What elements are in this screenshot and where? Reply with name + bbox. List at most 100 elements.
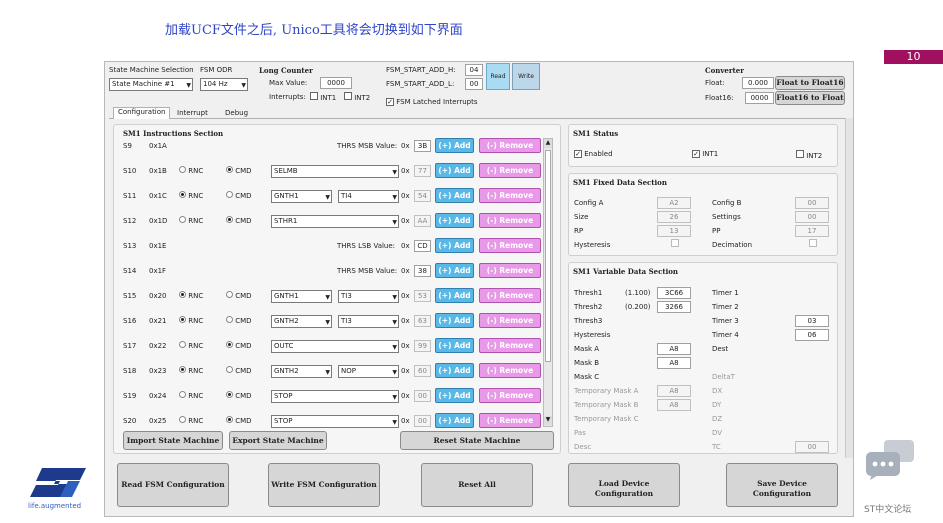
fsm-odr-dropdown[interactable]: 104 Hz ▼ bbox=[200, 78, 248, 91]
add-instruction-button[interactable]: (+) Add bbox=[435, 413, 474, 428]
row-step: S11 bbox=[123, 192, 137, 200]
fixed-data-title: SM1 Fixed Data Section bbox=[573, 178, 667, 187]
command-dropdown[interactable]: STHR1 ▼ bbox=[271, 215, 399, 228]
start-add-h-label: FSM_START_ADD_H: bbox=[386, 66, 456, 74]
add-instruction-button[interactable]: (+) Add bbox=[435, 288, 474, 303]
sm-selection-dropdown[interactable]: State Machine #1 ▼ bbox=[109, 78, 193, 91]
add-instruction-button[interactable]: (+) Add bbox=[435, 263, 474, 278]
remove-instruction-button[interactable]: (-) Remove bbox=[479, 238, 541, 253]
mask-b-input[interactable]: A8 bbox=[657, 357, 691, 369]
add-instruction-button[interactable]: (+) Add bbox=[435, 138, 474, 153]
add-instruction-button[interactable]: (+) Add bbox=[435, 338, 474, 353]
remove-instruction-button[interactable]: (-) Remove bbox=[479, 138, 541, 153]
condition1-dropdown[interactable]: GNTH2 ▼ bbox=[271, 315, 332, 328]
reset-all-button[interactable]: Reset All bbox=[421, 463, 533, 507]
rnc-radio[interactable]: RNC bbox=[179, 416, 203, 425]
save-device-config-button[interactable]: Save Device Configuration bbox=[726, 463, 838, 507]
start-add-l-input[interactable]: 00 bbox=[465, 78, 483, 90]
condition2-dropdown[interactable]: TI4 ▼ bbox=[338, 190, 399, 203]
remove-instruction-button[interactable]: (-) Remove bbox=[479, 213, 541, 228]
command-dropdown[interactable]: STOP ▼ bbox=[271, 415, 399, 428]
command-dropdown[interactable]: SELMB ▼ bbox=[271, 165, 399, 178]
timer3-input[interactable]: 03 bbox=[795, 315, 829, 327]
add-instruction-button[interactable]: (+) Add bbox=[435, 388, 474, 403]
float-to-float16-button[interactable]: Float to Float16 bbox=[775, 76, 845, 90]
read-button[interactable]: Read bbox=[486, 63, 510, 90]
load-device-config-button[interactable]: Load Device Configuration bbox=[568, 463, 680, 507]
rnc-radio[interactable]: RNC bbox=[179, 291, 203, 300]
cmd-radio[interactable]: CMD bbox=[226, 341, 252, 350]
remove-instruction-button[interactable]: (-) Remove bbox=[479, 263, 541, 278]
float16-to-float-button[interactable]: Float16 to Float bbox=[775, 91, 845, 105]
rnc-radio[interactable]: RNC bbox=[179, 391, 203, 400]
remove-instruction-button[interactable]: (-) Remove bbox=[479, 413, 541, 428]
rnc-radio[interactable]: RNC bbox=[179, 166, 203, 175]
int2-checkbox[interactable]: INT2 bbox=[344, 92, 370, 102]
add-instruction-button[interactable]: (+) Add bbox=[435, 188, 474, 203]
timer4-input[interactable]: 06 bbox=[795, 329, 829, 341]
remove-instruction-button[interactable]: (-) Remove bbox=[479, 163, 541, 178]
rnc-radio[interactable]: RNC bbox=[179, 366, 203, 375]
read-fsm-config-button[interactable]: Read FSM Configuration bbox=[117, 463, 229, 507]
status-int1-checkbox[interactable]: ✓ INT1 bbox=[692, 150, 718, 158]
tab-debug[interactable]: Debug bbox=[225, 109, 248, 117]
export-state-machine-button[interactable]: Export State Machine bbox=[229, 431, 327, 450]
condition2-dropdown[interactable]: NOP ▼ bbox=[338, 365, 399, 378]
rnc-radio[interactable]: RNC bbox=[179, 341, 203, 350]
remove-instruction-button[interactable]: (-) Remove bbox=[479, 388, 541, 403]
add-instruction-button[interactable]: (+) Add bbox=[435, 213, 474, 228]
opcode-value[interactable]: 38 bbox=[414, 265, 431, 277]
condition1-dropdown[interactable]: GNTH1 ▼ bbox=[271, 190, 332, 203]
condition1-dropdown[interactable]: GNTH2 ▼ bbox=[271, 365, 332, 378]
condition1-dropdown[interactable]: GNTH1 ▼ bbox=[271, 290, 332, 303]
scroll-up-icon[interactable]: ▲ bbox=[544, 139, 552, 148]
float-input[interactable]: 0.000 bbox=[742, 77, 774, 89]
condition2-dropdown[interactable]: TI3 ▼ bbox=[338, 290, 399, 303]
add-instruction-button[interactable]: (+) Add bbox=[435, 313, 474, 328]
write-fsm-config-button[interactable]: Write FSM Configuration bbox=[268, 463, 380, 507]
cmd-radio[interactable]: CMD bbox=[226, 166, 252, 175]
max-value-input[interactable]: 0000 bbox=[320, 77, 352, 89]
window-scrollbar[interactable] bbox=[845, 118, 853, 458]
remove-instruction-button[interactable]: (-) Remove bbox=[479, 313, 541, 328]
float16-input[interactable]: 0000 bbox=[745, 92, 774, 104]
latched-interrupts-checkbox[interactable]: ✓ FSM Latched Interrupts bbox=[386, 98, 478, 106]
condition2-dropdown[interactable]: TI3 ▼ bbox=[338, 315, 399, 328]
scroll-thumb[interactable] bbox=[545, 150, 551, 362]
cmd-radio[interactable]: CMD bbox=[226, 366, 252, 375]
rnc-radio[interactable]: RNC bbox=[179, 216, 203, 225]
cmd-radio[interactable]: CMD bbox=[226, 391, 252, 400]
opcode-value[interactable]: CD bbox=[414, 240, 431, 252]
thresh1-input[interactable]: 3C66 bbox=[657, 287, 691, 299]
add-instruction-button[interactable]: (+) Add bbox=[435, 238, 474, 253]
cmd-radio[interactable]: CMD bbox=[226, 316, 252, 325]
tab-interrupt[interactable]: Interrupt bbox=[177, 109, 208, 117]
status-int2-checkbox[interactable]: INT2 bbox=[796, 150, 822, 160]
cmd-radio[interactable]: CMD bbox=[226, 291, 252, 300]
remove-instruction-button[interactable]: (-) Remove bbox=[479, 188, 541, 203]
add-instruction-button[interactable]: (+) Add bbox=[435, 363, 474, 378]
command-dropdown[interactable]: STOP ▼ bbox=[271, 390, 399, 403]
command-dropdown[interactable]: OUTC ▼ bbox=[271, 340, 399, 353]
mask-a-input[interactable]: A8 bbox=[657, 343, 691, 355]
rnc-radio[interactable]: RNC bbox=[179, 191, 203, 200]
tab-configuration[interactable]: Configuration bbox=[113, 107, 171, 119]
remove-instruction-button[interactable]: (-) Remove bbox=[479, 338, 541, 353]
remove-instruction-button[interactable]: (-) Remove bbox=[479, 288, 541, 303]
add-instruction-button[interactable]: (+) Add bbox=[435, 163, 474, 178]
cmd-radio[interactable]: CMD bbox=[226, 216, 252, 225]
scroll-down-icon[interactable]: ▼ bbox=[544, 416, 552, 425]
import-state-machine-button[interactable]: Import State Machine bbox=[123, 431, 223, 450]
write-button[interactable]: Write bbox=[512, 63, 540, 90]
rnc-radio[interactable]: RNC bbox=[179, 316, 203, 325]
dest-label: Dest bbox=[712, 345, 729, 353]
remove-instruction-button[interactable]: (-) Remove bbox=[479, 363, 541, 378]
reset-state-machine-button[interactable]: Reset State Machine bbox=[400, 431, 554, 450]
start-add-h-input[interactable]: 04 bbox=[465, 64, 483, 76]
enabled-checkbox[interactable]: ✓ Enabled bbox=[574, 150, 613, 158]
int1-checkbox[interactable]: INT1 bbox=[310, 92, 336, 102]
thresh2-input[interactable]: 3266 bbox=[657, 301, 691, 313]
cmd-radio[interactable]: CMD bbox=[226, 191, 252, 200]
opcode-value[interactable]: 3B bbox=[414, 140, 431, 152]
cmd-radio[interactable]: CMD bbox=[226, 416, 252, 425]
